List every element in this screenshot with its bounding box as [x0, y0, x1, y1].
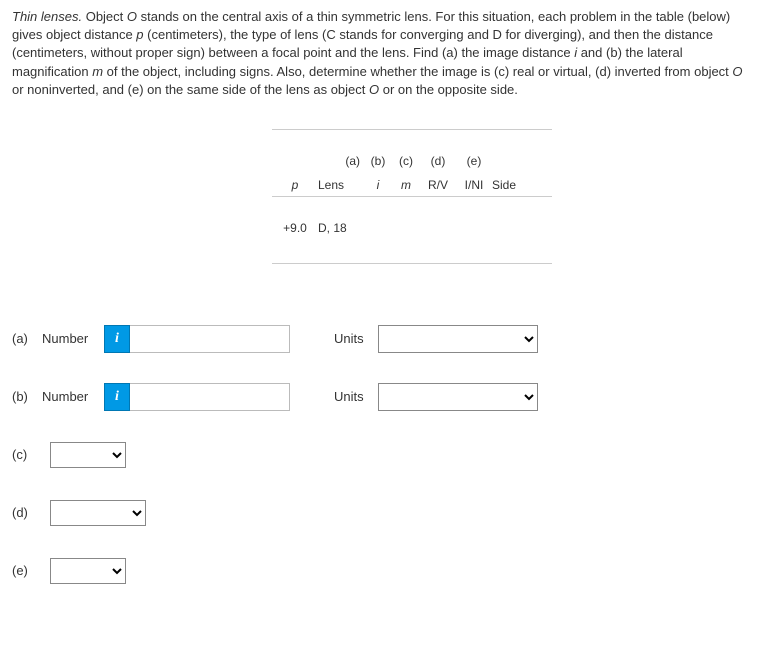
- label-e: (e): [12, 563, 42, 578]
- select-e[interactable]: [50, 558, 126, 584]
- th-lens: Lens: [318, 178, 364, 192]
- number-input-wrap-b: i: [104, 383, 290, 411]
- th-b: (b): [364, 154, 392, 168]
- number-input-b[interactable]: [130, 383, 290, 411]
- th-e: (e): [456, 154, 492, 168]
- info-icon[interactable]: i: [104, 325, 130, 353]
- th-rv: R/V: [420, 178, 456, 192]
- label-c: (c): [12, 447, 42, 462]
- td-lens: D, 18: [318, 221, 364, 235]
- answer-row-e: (e): [12, 556, 745, 586]
- th-m: m: [392, 178, 420, 192]
- units-select-b[interactable]: [378, 383, 538, 411]
- th-i: i: [364, 178, 392, 192]
- table-header-top: (a) (b) (c) (d) (e): [272, 148, 745, 172]
- answer-row-c: (c): [12, 440, 745, 470]
- table-header-sub: p Lens i m R/V I/NI Side: [272, 172, 745, 196]
- kind-b: Number: [42, 389, 104, 404]
- kind-a: Number: [42, 331, 104, 346]
- data-table: (a) (b) (c) (d) (e) p Lens i m R/V I/NI …: [272, 129, 745, 264]
- select-d[interactable]: [50, 500, 146, 526]
- label-d: (d): [12, 505, 42, 520]
- th-a: (a): [272, 154, 364, 168]
- info-icon[interactable]: i: [104, 383, 130, 411]
- lead-italic: Thin lenses.: [12, 9, 82, 24]
- number-input-wrap-a: i: [104, 325, 290, 353]
- table-row: +9.0 D, 18: [272, 215, 745, 239]
- th-p: p: [272, 178, 318, 192]
- select-c[interactable]: [50, 442, 126, 468]
- units-select-a[interactable]: [378, 325, 538, 353]
- number-input-a[interactable]: [130, 325, 290, 353]
- th-c: (c): [392, 154, 420, 168]
- label-a: (a): [12, 331, 42, 346]
- answer-row-b: (b) Number i Units: [12, 382, 745, 412]
- th-ini: I/NI: [456, 178, 492, 192]
- label-b: (b): [12, 389, 42, 404]
- answer-row-d: (d): [12, 498, 745, 528]
- td-p: +9.0: [272, 221, 318, 235]
- answer-row-a: (a) Number i Units: [12, 324, 745, 354]
- problem-statement: Thin lenses. Object O stands on the cent…: [12, 8, 745, 99]
- answers-section: (a) Number i Units (b) Number i Units (c…: [12, 324, 745, 586]
- th-d: (d): [420, 154, 456, 168]
- units-label-b: Units: [334, 389, 364, 404]
- units-label-a: Units: [334, 331, 364, 346]
- th-side: Side: [492, 178, 528, 192]
